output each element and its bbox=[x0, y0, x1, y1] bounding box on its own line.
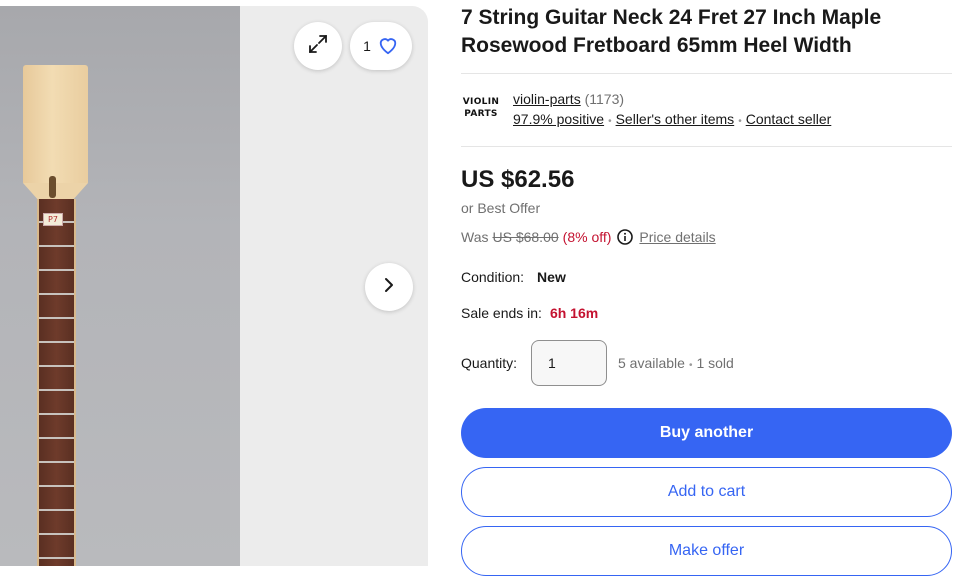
condition-value: New bbox=[537, 269, 566, 285]
price-details-link[interactable]: Price details bbox=[639, 229, 715, 245]
seller-feedback-count: (1173) bbox=[584, 91, 625, 107]
separator-dot: • bbox=[688, 360, 693, 371]
separator-dot: • bbox=[608, 116, 612, 127]
sale-ends-label: Sale ends in: bbox=[461, 305, 542, 321]
was-price: US $68.00 bbox=[492, 229, 559, 245]
expand-image-button[interactable] bbox=[294, 22, 342, 70]
chevron-right-icon bbox=[380, 276, 398, 299]
make-offer-button[interactable]: Make offer bbox=[461, 526, 952, 576]
next-image-button[interactable] bbox=[365, 263, 413, 311]
quantity-availability: 5 available • 1 sold bbox=[618, 355, 734, 371]
condition-row: Condition: New bbox=[461, 269, 566, 285]
seller-logo-line2: PARTS bbox=[464, 109, 498, 119]
truss-rod-slot bbox=[49, 176, 56, 198]
divider bbox=[461, 146, 952, 147]
quantity-label: Quantity: bbox=[461, 355, 518, 371]
quantity-input[interactable] bbox=[531, 340, 607, 386]
best-offer-text: or Best Offer bbox=[461, 200, 541, 216]
condition-label: Condition: bbox=[461, 269, 525, 285]
seller-logo[interactable]: VIOLIN PARTS bbox=[461, 96, 501, 126]
photo-sticker: P7 bbox=[43, 213, 63, 226]
seller-links-row: 97.9% positive • Seller's other items • Cont… bbox=[513, 111, 831, 127]
guitar-fretboard bbox=[37, 199, 76, 566]
sale-ends-row: Sale ends in: 6h 16m bbox=[461, 305, 598, 321]
guitar-headstock bbox=[23, 65, 88, 183]
seller-name-row: violin-parts (1173) bbox=[513, 91, 624, 107]
sold-count: 1 sold bbox=[696, 355, 734, 371]
was-price-row: Was US $68.00 (8% off) Price details bbox=[461, 229, 716, 245]
seller-other-items-link[interactable]: Seller's other items bbox=[616, 111, 735, 127]
price: US $62.56 bbox=[461, 166, 575, 193]
was-label: Was bbox=[461, 229, 489, 245]
add-to-cart-button[interactable]: Add to cart bbox=[461, 467, 952, 517]
seller-positive-link[interactable]: 97.9% positive bbox=[513, 111, 604, 127]
watch-count: 1 bbox=[363, 38, 371, 54]
heart-icon bbox=[377, 35, 399, 58]
divider bbox=[461, 73, 952, 74]
watchlist-button[interactable]: 1 bbox=[350, 22, 412, 70]
separator-dot: • bbox=[738, 116, 742, 127]
contact-seller-link[interactable]: Contact seller bbox=[746, 111, 832, 127]
listing-title: 7 String Guitar Neck 24 Fret 27 Inch Map… bbox=[461, 6, 882, 57]
image-gallery: P7 1 bbox=[0, 6, 428, 566]
seller-name-link[interactable]: violin-parts bbox=[513, 91, 581, 107]
available-count: 5 available bbox=[618, 355, 685, 371]
sale-ends-value: 6h 16m bbox=[549, 305, 599, 321]
seller-logo-line1: VIOLIN bbox=[462, 97, 500, 107]
expand-icon bbox=[307, 33, 329, 60]
info-icon[interactable] bbox=[617, 229, 634, 245]
discount-percent: (8% off) bbox=[562, 229, 612, 245]
product-photo[interactable]: P7 bbox=[0, 6, 240, 566]
buy-another-button[interactable]: Buy another bbox=[461, 408, 952, 458]
